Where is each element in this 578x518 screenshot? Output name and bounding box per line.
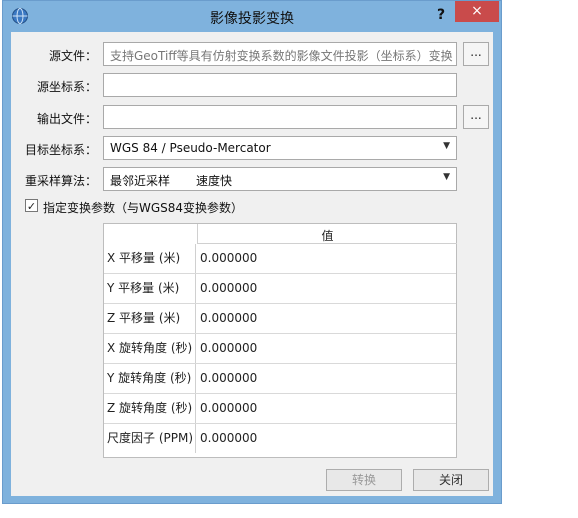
output-file-label: 输出文件： bbox=[36, 112, 97, 126]
row-value[interactable]: 0.000000 bbox=[200, 304, 257, 333]
row-header: X 旋转角度 (秒) bbox=[104, 334, 196, 363]
window-close-button[interactable]: × bbox=[455, 1, 499, 22]
table-row[interactable]: Z 平移量 (米) 0.000000 bbox=[104, 304, 456, 334]
table-row[interactable]: 尺度因子 (PPM) 0.000000 bbox=[104, 424, 456, 453]
source-file-browse-button[interactable]: ... bbox=[463, 42, 489, 66]
table-row[interactable]: Z 旋转角度 (秒) 0.000000 bbox=[104, 394, 456, 424]
source-crs-input[interactable] bbox=[103, 73, 457, 97]
source-crs-label: 源坐标系： bbox=[36, 80, 97, 94]
source-file-input[interactable]: 支持GeoTiff等具有仿射变换系数的影像文件投影（坐标系）变换 bbox=[103, 42, 457, 66]
table-row[interactable]: Y 旋转角度 (秒) 0.000000 bbox=[104, 364, 456, 394]
window-title: 影像投影变换 bbox=[210, 11, 294, 27]
row-value[interactable]: 0.000000 bbox=[200, 334, 257, 363]
row-value[interactable]: 0.000000 bbox=[200, 274, 257, 303]
resample-value: 最邻近采样 bbox=[110, 174, 171, 188]
target-crs-label: 目标坐标系： bbox=[24, 143, 97, 157]
source-file-label: 源文件： bbox=[48, 49, 97, 63]
table-row[interactable]: X 旋转角度 (秒) 0.000000 bbox=[104, 334, 456, 364]
dropdown-arrow-icon: ▼ bbox=[443, 141, 450, 151]
dialog-body: 源文件： 支持GeoTiff等具有仿射变换系数的影像文件投影（坐标系）变换 ..… bbox=[11, 32, 493, 496]
specify-params-label: 指定变换参数（与WGS84变换参数） bbox=[43, 201, 244, 215]
target-crs-select[interactable]: WGS 84 / Pseudo-Mercator ▼ bbox=[103, 136, 457, 160]
row-header: Y 平移量 (米) bbox=[104, 274, 196, 303]
specify-params-checkbox[interactable]: ✓ bbox=[25, 199, 38, 213]
row-value[interactable]: 0.000000 bbox=[200, 424, 257, 453]
projection-dialog: 影像投影变换 ? × 源文件： 支持GeoTiff等具有仿射变换系数的影像文件投… bbox=[2, 0, 502, 504]
table-row[interactable]: Y 平移量 (米) 0.000000 bbox=[104, 274, 456, 304]
target-crs-value: WGS 84 / Pseudo-Mercator bbox=[110, 141, 271, 155]
output-file-browse-button[interactable]: ... bbox=[463, 105, 489, 129]
output-file-input[interactable] bbox=[103, 105, 457, 129]
close-button[interactable]: 关闭 bbox=[413, 469, 489, 491]
convert-button[interactable]: 转换 bbox=[326, 469, 402, 491]
title-bar: 影像投影变换 ? × bbox=[3, 1, 501, 31]
row-value[interactable]: 0.000000 bbox=[200, 244, 257, 273]
value-column-header: 值 bbox=[197, 224, 457, 244]
table-row[interactable]: X 平移量 (米) 0.000000 bbox=[104, 244, 456, 274]
resample-desc: 速度快 bbox=[196, 174, 233, 188]
params-table: 值 X 平移量 (米) 0.000000 Y 平移量 (米) 0.000000 … bbox=[103, 223, 457, 458]
row-header: 尺度因子 (PPM) bbox=[104, 424, 196, 453]
help-button[interactable]: ? bbox=[431, 5, 451, 25]
row-header: X 平移量 (米) bbox=[104, 244, 196, 273]
row-header: Y 旋转角度 (秒) bbox=[104, 364, 196, 393]
row-value[interactable]: 0.000000 bbox=[200, 364, 257, 393]
resample-select[interactable]: 最邻近采样 速度快 ▼ bbox=[103, 167, 457, 191]
resample-label: 重采样算法： bbox=[24, 174, 97, 188]
dropdown-arrow-icon: ▼ bbox=[443, 172, 450, 182]
row-header: Z 旋转角度 (秒) bbox=[104, 394, 196, 423]
row-value[interactable]: 0.000000 bbox=[200, 394, 257, 423]
row-header: Z 平移量 (米) bbox=[104, 304, 196, 333]
